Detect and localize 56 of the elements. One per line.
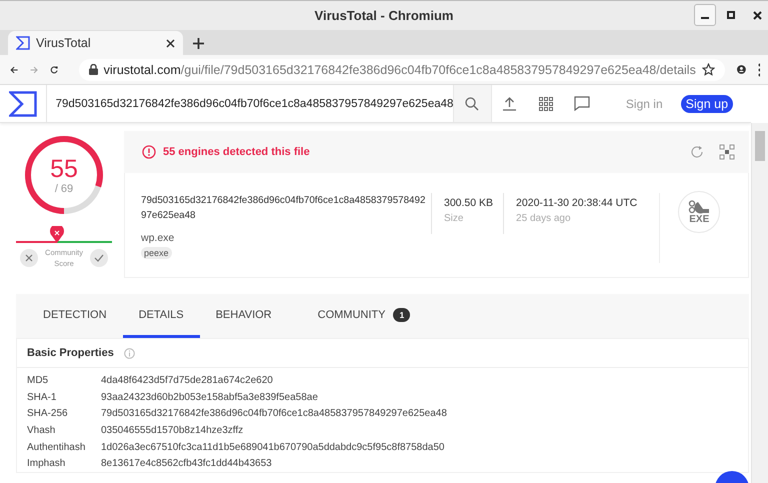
section-tab[interactable]: DETECTION: [27, 294, 123, 338]
property-value: 8e13617e4c8562cfb43fc1dd44b43653: [101, 458, 272, 470]
count-badge: 1: [393, 308, 410, 322]
maximize-icon: [727, 11, 735, 19]
detection-count: 55: [50, 155, 78, 183]
search-icon[interactable]: [465, 96, 480, 110]
section-title: Basic Properties: [27, 347, 114, 359]
more-icon[interactable]: [758, 62, 760, 76]
cross-icon: [25, 254, 33, 262]
detection-message: 55 engines detected this file: [163, 146, 310, 158]
property-name: SHA-1: [27, 392, 58, 403]
address-field[interactable]: virustotal.com/gui/file/79d503165d32176842fe386d96c04fb70f6ce1c8a485837957849297e625ea48/details: [78, 58, 725, 80]
new-tab-icon[interactable]: [193, 38, 204, 49]
check-icon: [94, 254, 104, 262]
property-name: SHA-256: [27, 408, 69, 420]
scrollbar[interactable]: [751, 123, 768, 483]
property-value: 93aa24323d60b2b053e158abf5a3e839f5ea58ae: [101, 392, 318, 403]
section-tab[interactable]: DETAILS: [122, 294, 200, 338]
file-tag: peexe: [141, 247, 172, 259]
vote-up-button[interactable]: [90, 249, 108, 267]
chat-icon[interactable]: [574, 96, 590, 111]
file-name: wp.exe: [141, 232, 174, 244]
grid-icon[interactable]: [538, 96, 553, 110]
star-icon[interactable]: [702, 63, 715, 76]
search-field[interactable]: 79d503165d32176842fe386d96c04fb70f6ce1c8a485837957849297e625ea48: [46, 98, 454, 110]
warning-icon: [142, 145, 156, 159]
file-type-badge: EXE: [678, 191, 720, 233]
scan-date: 2020-11-30 20:38:44 UTC: [516, 197, 638, 209]
engine-total: / 69: [54, 183, 74, 195]
property-value: 4da48f6423d5f7d75de281a674c2e620: [101, 374, 273, 386]
window-title: VirusTotal - Chromium: [314, 8, 454, 23]
file-hash: 79d503165d32176842fe386d96c04fb70f6ce1c8a4858379578492 97e625ea48: [141, 194, 426, 223]
property-name: Authentihash: [27, 442, 86, 453]
graph-icon[interactable]: [719, 144, 735, 160]
property-name: Vhash: [27, 424, 56, 436]
property-value: 035046555d1570b8z14hze3zffz: [101, 424, 244, 436]
upload-icon[interactable]: [502, 96, 518, 110]
sigma-logo-icon: [16, 36, 30, 50]
property-value: 79d503165d32176842fe386d96c04fb70f6ce1c8a485837957849297e625ea48: [101, 408, 447, 420]
file-size: 300.50 KB: [444, 197, 494, 209]
sigma-logo-icon[interactable]: [8, 90, 37, 116]
property-value: 1d026a3ec67510fc3ca11d1b5e689041b670790a5ddabdc9c5f95c8f8758da50: [101, 442, 444, 453]
sign-up-button[interactable]: Sign up: [680, 94, 734, 112]
close-icon: [752, 10, 762, 20]
scan-age: 25 days ago: [516, 213, 572, 224]
close-icon[interactable]: [166, 38, 175, 48]
minimize-button[interactable]: [694, 4, 716, 26]
section-tab[interactable]: BEHAVIOR: [200, 294, 288, 338]
property-name: Imphash: [27, 458, 66, 470]
section-tab[interactable]: COMMUNITY 1: [302, 294, 426, 338]
property-name: MD5: [27, 374, 50, 386]
account-icon[interactable]: [736, 62, 746, 77]
vote-down-button[interactable]: [20, 249, 38, 267]
lock-icon: [88, 64, 98, 75]
size-label: Size: [444, 213, 464, 224]
browser-tab[interactable]: VirusTotal: [8, 31, 183, 55]
